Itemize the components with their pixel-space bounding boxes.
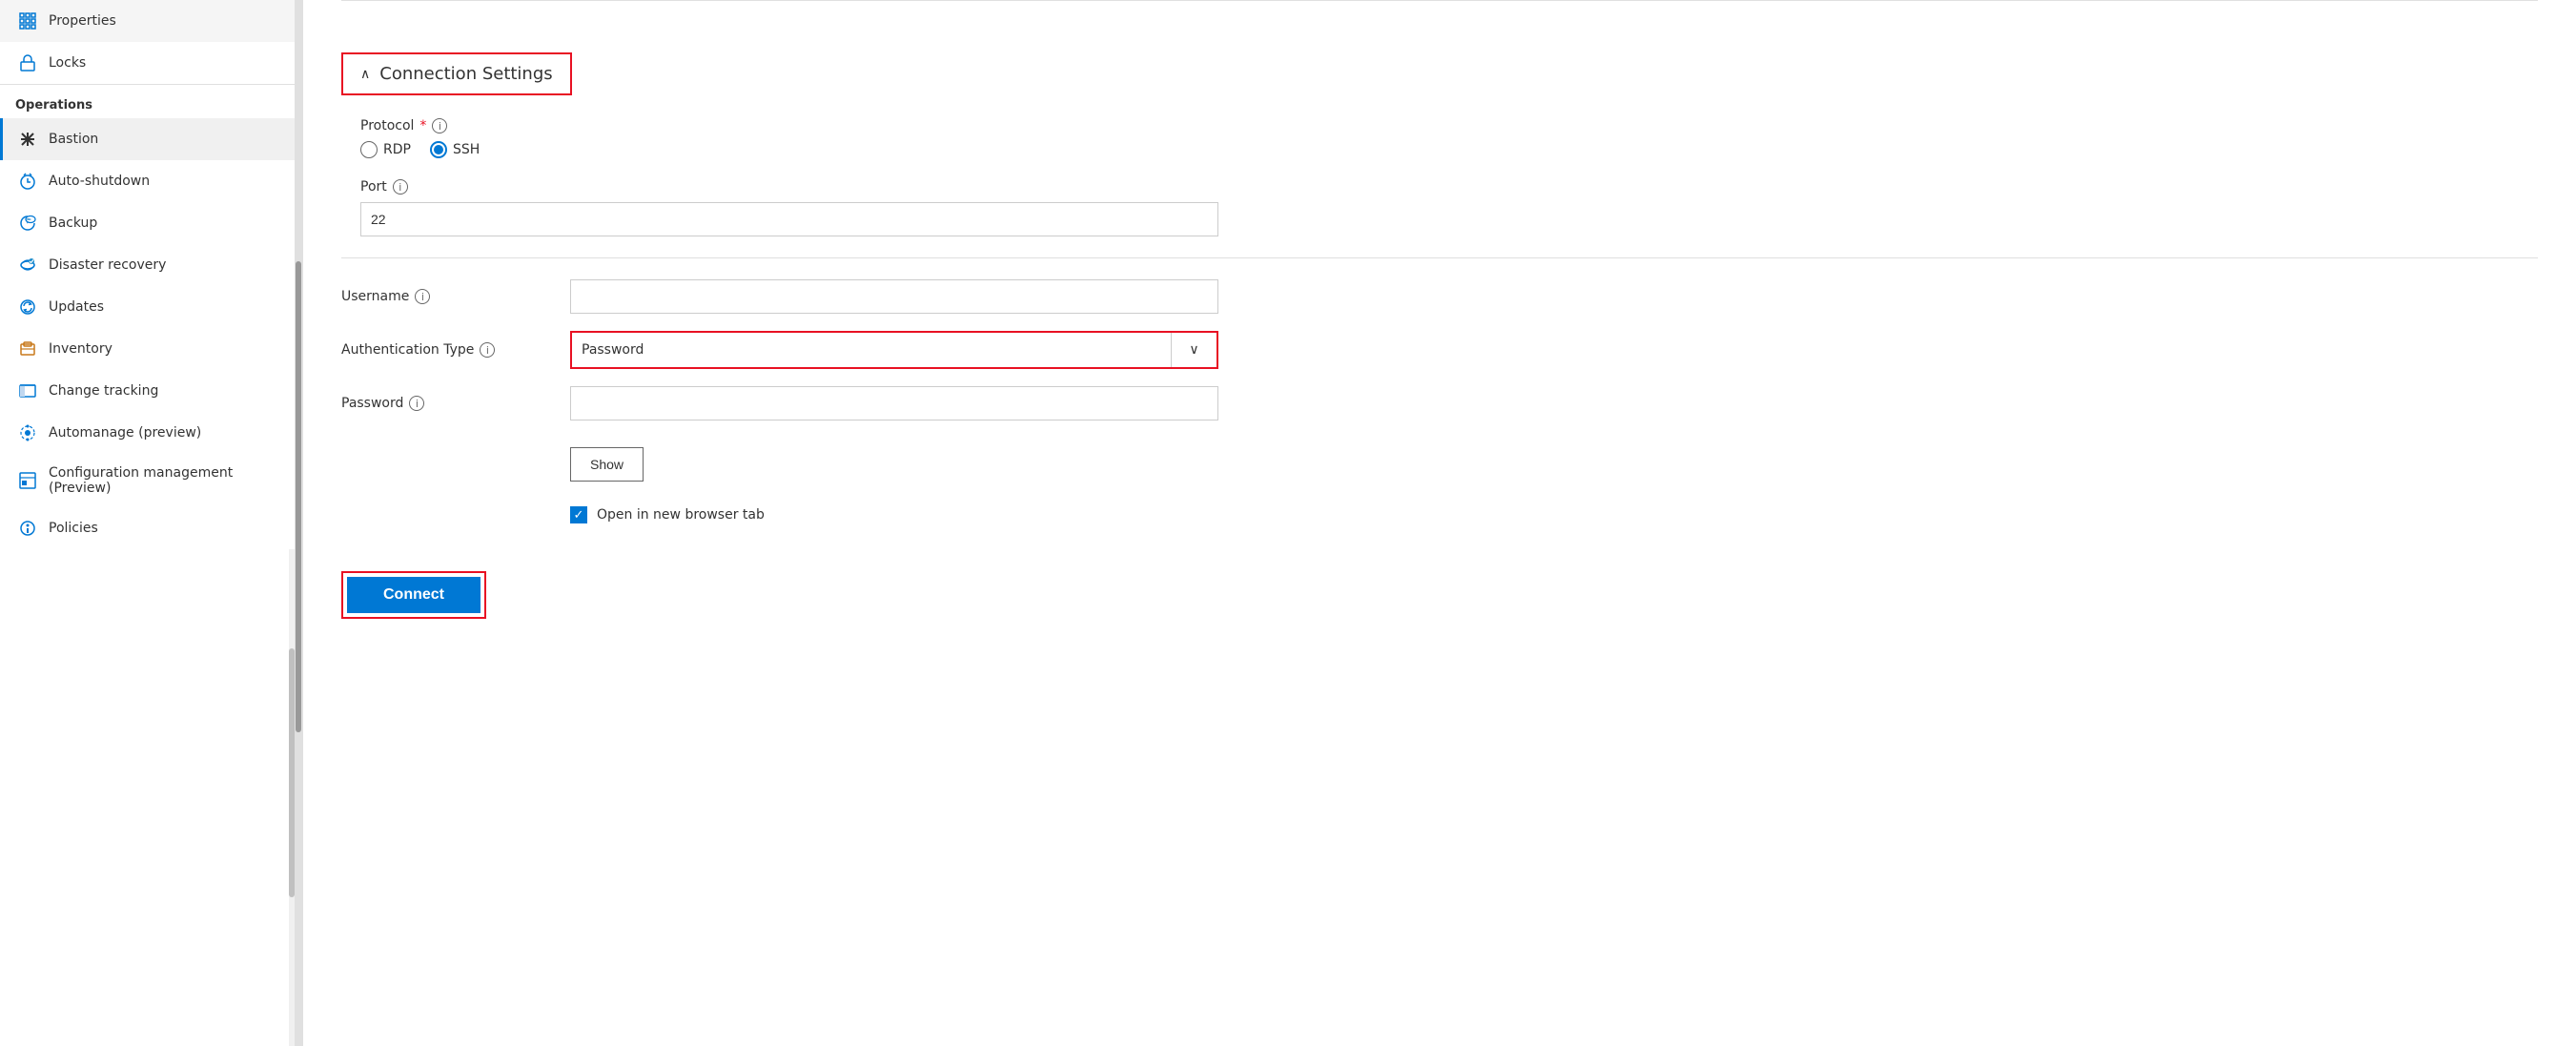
bastion-icon [18, 130, 37, 149]
inventory-icon [18, 339, 37, 359]
port-info-icon[interactable]: i [393, 179, 408, 195]
ssh-label: SSH [453, 142, 480, 157]
clock-icon [18, 172, 37, 191]
section-divider [341, 257, 2538, 258]
lock-icon [18, 53, 37, 72]
ssh-radio[interactable] [430, 141, 447, 158]
sidebar-item-label: Auto-shutdown [49, 174, 150, 189]
port-group: Port i [341, 179, 2538, 236]
connect-button-wrapper: Connect [341, 571, 486, 619]
sidebar-item-label: Inventory [49, 341, 112, 357]
top-divider [341, 0, 2538, 1]
password-input-wrapper [570, 386, 1218, 420]
sidebar: Properties Locks Operations Bastion [0, 0, 296, 1046]
protocol-label: Protocol * i [360, 118, 2538, 133]
sidebar-item-label: Disaster recovery [49, 257, 166, 273]
automanage-icon [18, 423, 37, 442]
username-row: Username i [341, 279, 2538, 314]
port-label: Port i [360, 179, 2538, 195]
username-input[interactable] [570, 279, 1218, 314]
password-row: Password i [341, 386, 2538, 420]
sidebar-item-change-tracking[interactable]: Change tracking [0, 370, 295, 412]
sidebar-item-backup[interactable]: Backup [0, 202, 295, 244]
sidebar-item-locks[interactable]: Locks [0, 42, 295, 84]
sidebar-item-label: Change tracking [49, 383, 158, 399]
open-new-tab-label: Open in new browser tab [597, 507, 765, 523]
username-info-icon[interactable]: i [415, 289, 430, 304]
rdp-radio[interactable] [360, 141, 378, 158]
username-label: Username i [341, 289, 570, 304]
sidebar-item-label: Backup [49, 215, 97, 231]
sidebar-item-label: Configuration management (Preview) [49, 465, 279, 496]
auth-type-input-wrapper: Password ∨ [570, 331, 1218, 369]
ssh-option[interactable]: SSH [430, 141, 480, 158]
auth-type-info-icon[interactable]: i [480, 342, 495, 358]
collapse-icon[interactable]: ∧ [360, 67, 370, 82]
sidebar-item-label: Properties [49, 13, 116, 29]
section-title: Connection Settings [379, 64, 552, 84]
grid-icon [18, 11, 37, 31]
connect-button[interactable]: Connect [347, 577, 480, 613]
check-icon: ✓ [574, 508, 584, 523]
protocol-group: Protocol * i RDP SSH [341, 118, 2538, 158]
sidebar-item-bastion[interactable]: Bastion [0, 118, 295, 160]
open-new-tab-checkbox[interactable]: ✓ [570, 506, 587, 523]
disaster-recovery-icon [18, 256, 37, 275]
connection-settings-header: ∧ Connection Settings [341, 52, 572, 95]
sidebar-item-auto-shutdown[interactable]: Auto-shutdown [0, 160, 295, 202]
sidebar-item-config-management[interactable]: Configuration management (Preview) [0, 454, 295, 507]
backup-icon [18, 214, 37, 233]
password-label: Password i [341, 396, 570, 411]
sidebar-item-label: Policies [49, 521, 98, 536]
rdp-label: RDP [383, 142, 411, 157]
sidebar-item-label: Locks [49, 55, 86, 71]
rdp-option[interactable]: RDP [360, 141, 411, 158]
sidebar-item-disaster-recovery[interactable]: Disaster recovery [0, 244, 295, 286]
auth-type-chevron-icon[interactable]: ∨ [1171, 333, 1216, 367]
sidebar-item-label: Updates [49, 299, 104, 315]
sidebar-item-label: Automanage (preview) [49, 425, 201, 441]
auth-type-select[interactable]: Password ∨ [570, 331, 1218, 369]
auth-type-display: Password [572, 333, 1171, 367]
sidebar-item-inventory[interactable]: Inventory [0, 328, 295, 370]
show-button-row: Show [341, 438, 2538, 482]
sidebar-item-properties[interactable]: Properties [0, 0, 295, 42]
operations-header: Operations [0, 84, 295, 118]
sidebar-item-policies[interactable]: Policies [0, 507, 295, 549]
sidebar-item-automanage[interactable]: Automanage (preview) [0, 412, 295, 454]
port-input[interactable] [360, 202, 1218, 236]
password-info-icon[interactable]: i [409, 396, 424, 411]
open-new-tab-row: ✓ Open in new browser tab [341, 491, 2538, 523]
updates-icon [18, 297, 37, 317]
password-input[interactable] [570, 386, 1218, 420]
config-management-icon [18, 471, 37, 490]
sidebar-item-label: Bastion [49, 132, 98, 147]
username-input-wrapper [570, 279, 1218, 314]
main-content: ∧ Connection Settings Protocol * i RDP S… [303, 0, 2576, 1046]
auth-type-row: Authentication Type i Password ∨ [341, 331, 2538, 369]
protocol-info-icon[interactable]: i [432, 118, 447, 133]
auth-type-label: Authentication Type i [341, 342, 570, 358]
change-tracking-icon [18, 381, 37, 400]
show-button[interactable]: Show [570, 447, 644, 482]
required-indicator: * [419, 118, 426, 133]
policies-icon [18, 519, 37, 538]
protocol-radio-group: RDP SSH [360, 141, 2538, 158]
sidebar-item-updates[interactable]: Updates [0, 286, 295, 328]
open-new-tab-checkbox-row: ✓ Open in new browser tab [570, 506, 765, 523]
